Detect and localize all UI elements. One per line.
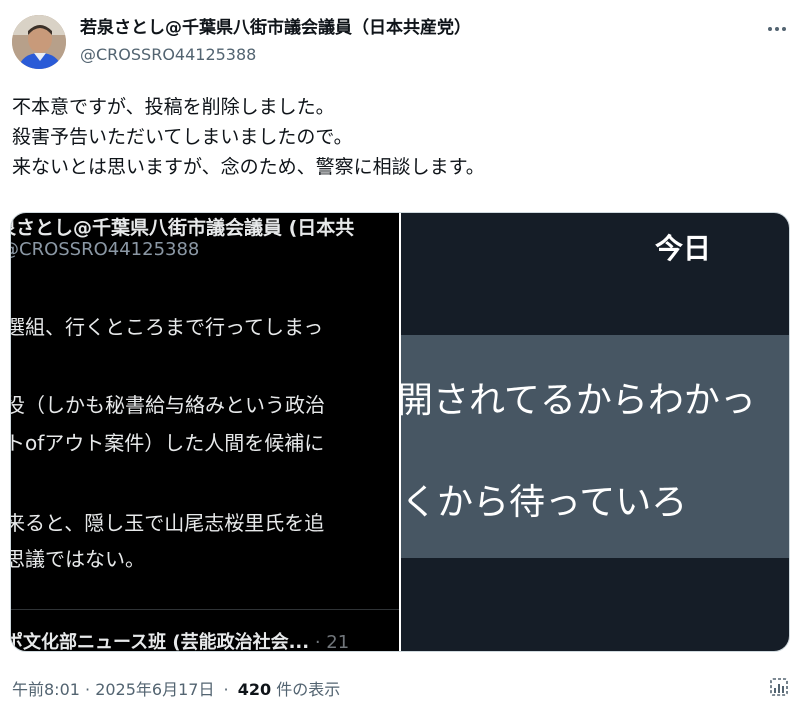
screenshot-text-line: 選組、行くところまで行ってしまっ [11, 315, 324, 339]
display-name[interactable]: 若泉さとし@千葉県八街市議会議員（日本共産党） [80, 16, 471, 40]
timestamp-link[interactable]: 午前8:01 · 2025年6月17日 [12, 680, 214, 699]
attached-image-left[interactable]: 泉さとし@千葉県八街市議会議員 (日本共 @CROSSRO44125388 選組… [11, 213, 399, 652]
avatar[interactable] [12, 15, 66, 69]
avatar-photo [12, 15, 66, 69]
tweet-line: 不本意ですが、投稿を削除しました。 [12, 96, 335, 118]
screenshot-text-line: 思議ではない。 [11, 547, 145, 571]
screenshot-bottom-line: ポ文化部ニュース班 (芸能政治社会... · 21 [11, 628, 350, 652]
media-grid: 泉さとし@千葉県八街市議会議員 (日本共 @CROSSRO44125388 選組… [10, 212, 790, 652]
analytics-icon [770, 678, 788, 696]
tweet-meta: 午前8:01 · 2025年6月17日 · 420 件の表示 [12, 676, 340, 700]
screenshot-message-line: くから待っていろ [401, 482, 688, 523]
more-button[interactable] [762, 14, 792, 44]
screenshot-text-line: 来ると、隠し玉で山尾志桜里氏を追 [11, 511, 325, 535]
screenshot-handle: @CROSSRO44125388 [11, 239, 200, 260]
tweet-line: 殺害予告いただいてしまいましたので。 [12, 126, 353, 148]
attached-image-right[interactable]: 今日 開されてるからわかっ くから待っていろ [401, 213, 789, 651]
screenshot-message-box: 開されてるからわかっ くから待っていろ [401, 335, 789, 558]
user-handle[interactable]: @CROSSRO44125388 [80, 44, 471, 66]
tweet-line: 来ないとは思いますが、念のため、警察に相談します。 [12, 156, 485, 178]
screenshot-date-header: 今日 [655, 232, 712, 265]
analytics-button[interactable] [766, 674, 792, 700]
views-count: 420 [237, 680, 272, 699]
screenshot-text-line: トofアウト案件）した人間を候補に [11, 431, 325, 455]
screenshot-bottom-name: ポ文化部ニュース班 (芸能政治社会... [11, 632, 310, 652]
tweet-text: 不本意ですが、投稿を削除しました。 殺害予告いただいてしまいましたので。 来ない… [12, 92, 792, 182]
screenshot-message-line: 開されてるからわかっ [401, 380, 756, 421]
meta-separator: · [223, 680, 229, 699]
more-horizontal-icon [768, 27, 786, 31]
author-block: 若泉さとし@千葉県八街市議会議員（日本共産党） @CROSSRO44125388 [80, 16, 471, 66]
screenshot-text-line: 役（しかも秘書給与絡みという政治 [11, 393, 325, 417]
screenshot-bottom-meta: · 21 [309, 632, 350, 652]
screenshot-divider [11, 609, 399, 610]
views-label: 件の表示 [271, 680, 341, 699]
screenshot-display-name: 泉さとし@千葉県八街市議会議員 (日本共 [11, 217, 355, 239]
